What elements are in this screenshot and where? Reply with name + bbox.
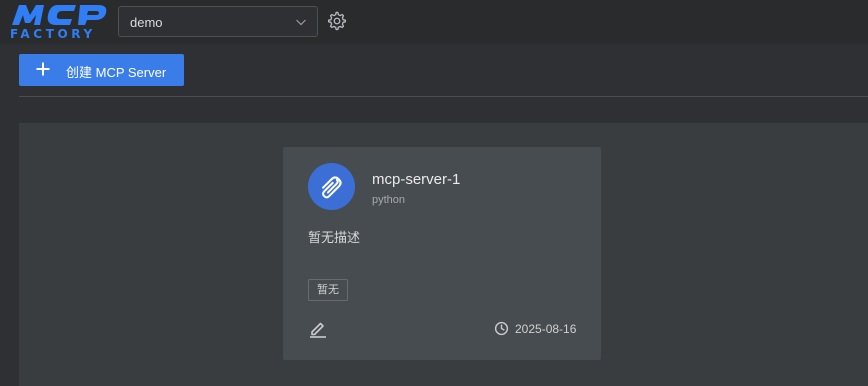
edit-icon[interactable]: [308, 318, 328, 338]
server-language: python: [372, 194, 406, 206]
server-avatar: [308, 163, 355, 210]
paperclip-icon: [322, 176, 342, 199]
create-mcp-server-button[interactable]: 创建 MCP Server: [19, 54, 184, 86]
chevron-down-icon: [295, 15, 307, 33]
gear-icon[interactable]: [327, 11, 347, 31]
server-description: 暂无描述: [308, 230, 361, 245]
main-content: 创建 MCP Server mcp-server-1 python 暂无描述 暂…: [0, 44, 868, 386]
server-tag: 暂无: [308, 279, 348, 301]
server-date-text: 2025-08-16: [515, 322, 577, 336]
server-name: mcp-server-1: [372, 171, 461, 188]
logo-mcp-mark: [12, 5, 107, 25]
clock-icon: [494, 321, 509, 336]
project-select-value: demo: [130, 15, 163, 30]
project-select[interactable]: demo: [118, 6, 318, 37]
logo-subtext: FACTORY: [10, 27, 96, 41]
plus-icon: [35, 61, 51, 80]
divider: [19, 96, 868, 97]
app-logo[interactable]: FACTORY: [10, 3, 110, 41]
create-mcp-server-label: 创建 MCP Server: [66, 65, 167, 80]
server-list-panel: mcp-server-1 python 暂无描述 暂无 2025-08-16: [19, 123, 868, 386]
top-bar: FACTORY demo: [0, 0, 868, 44]
server-card[interactable]: mcp-server-1 python 暂无描述 暂无 2025-08-16: [283, 147, 601, 360]
